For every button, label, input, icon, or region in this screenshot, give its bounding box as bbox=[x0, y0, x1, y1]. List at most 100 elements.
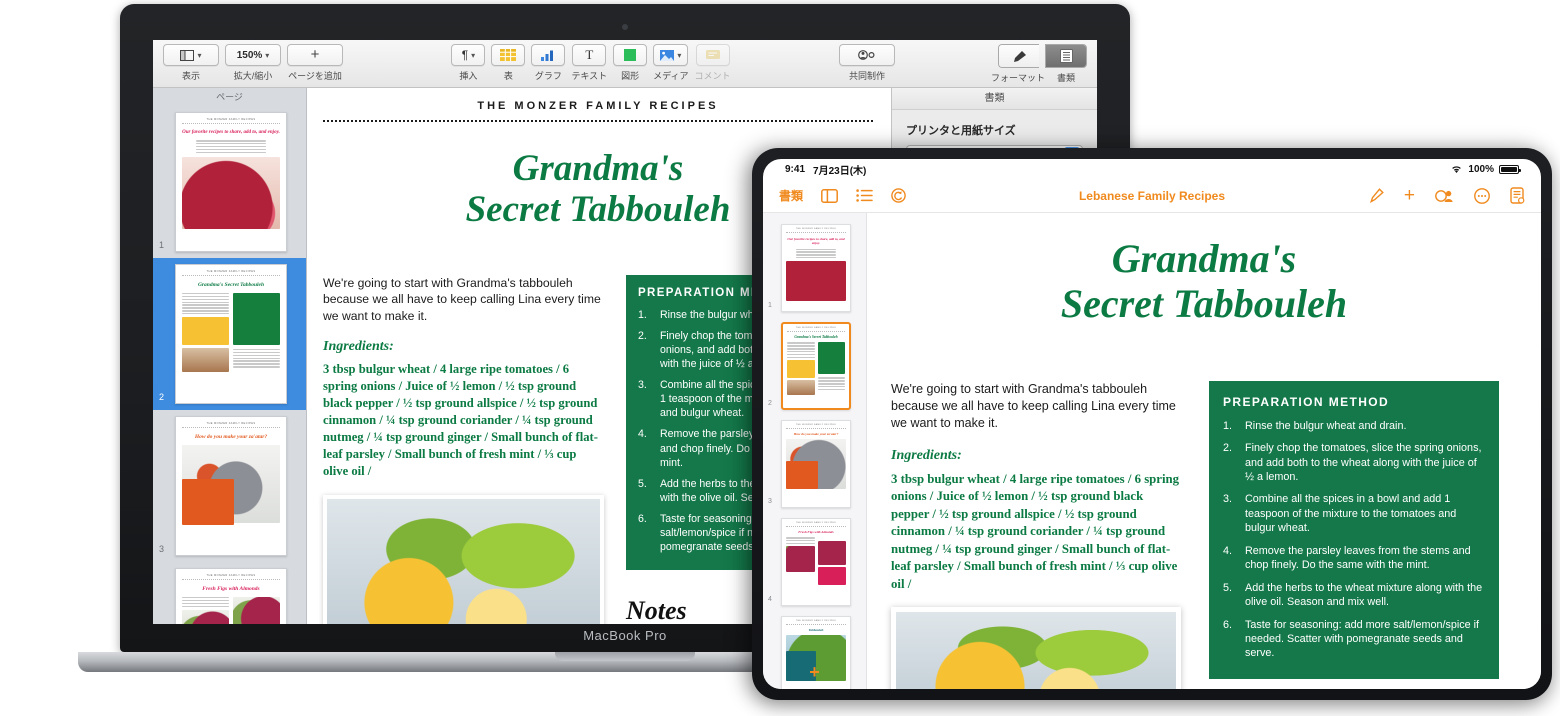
toolbar-format-label: フォーマット bbox=[991, 73, 1046, 83]
toolbar-collaborate-label: 共同制作 bbox=[848, 71, 885, 81]
document-tab-face[interactable] bbox=[1045, 44, 1088, 68]
sidebar-toggle-icon[interactable] bbox=[821, 188, 838, 203]
toolbar-add-page-button[interactable]: + ページを追加 bbox=[287, 44, 343, 82]
toolbar-insert-button[interactable]: ¶ ▾ 挿入 bbox=[451, 44, 486, 82]
ipad-doc-title-line-2: Secret Tabbouleh bbox=[1060, 280, 1348, 326]
thumb-photo-pear bbox=[786, 546, 815, 573]
thumb-lines bbox=[787, 342, 815, 359]
toolbar-zoom-button[interactable]: 150% ▾ 拡大/縮小 bbox=[225, 44, 281, 82]
toolbar-document-tab[interactable]: 書類 bbox=[1045, 44, 1088, 84]
format-brush-icon[interactable] bbox=[1368, 188, 1384, 203]
thumb-running-head: THE MONZER FAMILY RECIPES bbox=[787, 327, 845, 332]
toolbar-collaborate-button[interactable]: 共同制作 bbox=[839, 44, 895, 82]
view-button-face[interactable]: ▾ bbox=[163, 44, 219, 66]
thumb-lines bbox=[182, 140, 280, 154]
comment-button-face[interactable] bbox=[695, 44, 730, 66]
ipad-documents-button[interactable]: 書類 bbox=[779, 187, 803, 204]
thumb-col-left bbox=[182, 292, 229, 373]
format-tab-cell[interactable] bbox=[998, 45, 1039, 67]
undo-icon[interactable] bbox=[891, 188, 906, 203]
brush-icon bbox=[1013, 50, 1026, 62]
table-icon bbox=[500, 49, 517, 61]
toolbar-inspector-segmented: フォーマット 書類 bbox=[991, 44, 1088, 84]
chevron-down-icon: ▾ bbox=[471, 50, 476, 60]
toolbar-table-button[interactable]: 表 bbox=[491, 44, 526, 82]
ipad-ingredients-text: 3 tbsp bulgur wheat / 4 large ripe tomat… bbox=[891, 471, 1180, 591]
ipad-page-thumbnail-1[interactable]: 1 THE MONZER FAMILY RECIPES Our favorite… bbox=[763, 219, 866, 317]
ipad-page-thumbnail-3[interactable]: 3 THE MONZER FAMILY RECIPES How do you m… bbox=[763, 415, 866, 513]
zoom-button-face[interactable]: 150% ▾ bbox=[225, 44, 281, 66]
thumb-running-head: THE MONZER FAMILY RECIPES bbox=[182, 422, 280, 428]
thumb-col-right bbox=[817, 342, 845, 395]
ipad-prep-steps-list: 1. Rinse the bulgur wheat and drain. 2. Fi… bbox=[1223, 419, 1485, 661]
pages-navigator: ページ 1 THE MONZER FAMILY RECIPES Our favo… bbox=[153, 88, 307, 624]
battery-icon bbox=[1499, 164, 1521, 174]
prep-step-number: 4. bbox=[1223, 544, 1233, 557]
page-thumbnail-3[interactable]: 3 THE MONZER FAMILY RECIPES How do you m… bbox=[153, 410, 306, 562]
document-options-icon[interactable] bbox=[1510, 187, 1525, 204]
list-view-icon[interactable] bbox=[856, 189, 873, 202]
document-icon bbox=[1059, 49, 1073, 63]
page-thumbnail-3-canvas: THE MONZER FAMILY RECIPES How do you mak… bbox=[175, 416, 287, 556]
chevron-down-icon: ▾ bbox=[677, 50, 682, 60]
toolbar-chart-label: グラフ bbox=[534, 71, 562, 81]
thumb-photo-figs bbox=[233, 596, 280, 624]
prep-step-number: 5. bbox=[637, 477, 647, 490]
prep-step: 6. Taste for seasoning: add more salt/lem… bbox=[1223, 618, 1485, 661]
thumb-col-right bbox=[233, 292, 280, 373]
thumb-running-head: THE MONZER FAMILY RECIPES bbox=[786, 620, 846, 625]
doc-column-left: We're going to start with Grandma's tabb… bbox=[323, 275, 604, 624]
chart-button-face[interactable] bbox=[531, 44, 566, 66]
format-tab-face[interactable] bbox=[997, 44, 1039, 68]
page-thumbnail-1[interactable]: 1 THE MONZER FAMILY RECIPES Our favorite… bbox=[153, 106, 306, 258]
thumb-col-left bbox=[786, 537, 815, 585]
insert-plus-icon[interactable]: + bbox=[1404, 185, 1415, 207]
toolbar-shape-label: 図形 bbox=[621, 71, 640, 81]
prep-step-number: 3. bbox=[1223, 493, 1233, 506]
ipad-page-thumbnail-4[interactable]: 4 THE MONZER FAMILY RECIPES Fresh Figs w… bbox=[763, 513, 866, 611]
page-thumbnail-4[interactable]: 4 THE MONZER FAMILY RECIPES Fresh Figs w… bbox=[153, 562, 306, 624]
insert-button-face[interactable]: ¶ ▾ bbox=[451, 44, 486, 66]
ipad-add-page-button[interactable]: + bbox=[763, 662, 866, 683]
toolbar-comment-label: コメント bbox=[694, 71, 731, 81]
toolbar-media-button[interactable]: ▾ メディア bbox=[653, 44, 689, 82]
collaborate-button-face[interactable] bbox=[839, 44, 895, 66]
ipad-thumb-3-canvas: THE MONZER FAMILY RECIPES How do you mak… bbox=[781, 420, 851, 508]
toolbar-format-tab[interactable]: フォーマット bbox=[991, 44, 1045, 84]
text-button-face[interactable]: T bbox=[572, 44, 607, 66]
thumb-col-left bbox=[787, 342, 815, 396]
ipad-thumb-title-5: Tabbouleh bbox=[808, 628, 824, 632]
page-thumbnail-1-canvas: THE MONZER FAMILY RECIPES Our favorite r… bbox=[175, 112, 287, 252]
thumb-columns bbox=[182, 596, 280, 624]
thumb-photo-pomegranate bbox=[786, 261, 846, 302]
thumb-photo-figs bbox=[817, 541, 846, 566]
zoom-value: 150% bbox=[236, 49, 263, 61]
thumb-title-1: Our favorite recipes to share, add to, a… bbox=[182, 130, 280, 135]
prep-step-number: 2. bbox=[1223, 442, 1233, 455]
shape-button-face[interactable] bbox=[613, 44, 648, 66]
prep-step: 1. Rinse the bulgur wheat and drain. bbox=[1223, 419, 1485, 433]
ipad-intro-paragraph: We're going to start with Grandma's tabb… bbox=[891, 381, 1176, 430]
ipad-document-canvas[interactable]: Grandma's Secret Tabbouleh We're going t… bbox=[867, 213, 1541, 689]
prep-step: 3. Combine all the spices in a bowl and a… bbox=[1223, 492, 1485, 535]
more-options-icon[interactable] bbox=[1474, 187, 1490, 204]
list-icon-glyph bbox=[856, 189, 873, 202]
thumb-notes-lines bbox=[817, 377, 845, 391]
collaborate-icon bbox=[858, 50, 875, 60]
media-photo-icon bbox=[660, 49, 675, 61]
ipad-page-thumbnail-2[interactable]: 2 THE MONZER FAMILY RECIPES Grandma's Se… bbox=[763, 317, 866, 415]
toolbar-shape-button[interactable]: 図形 bbox=[613, 44, 648, 82]
toolbar-text-button[interactable]: T テキスト bbox=[571, 44, 607, 82]
thumb-columns bbox=[787, 342, 845, 396]
document-tab-cell[interactable] bbox=[1046, 45, 1087, 67]
toolbar-comment-button[interactable]: コメント bbox=[695, 44, 731, 82]
page-thumbnail-2[interactable]: 2 THE MONZER FAMILY RECIPES Grandma's Se… bbox=[153, 258, 306, 410]
prep-step-text: Finely chop the tomatoes, slice the spri… bbox=[1245, 442, 1482, 483]
table-button-face[interactable] bbox=[491, 44, 526, 66]
media-button-face[interactable]: ▾ bbox=[653, 44, 689, 66]
collaborate-icon[interactable] bbox=[1435, 189, 1454, 203]
toolbar-chart-button[interactable]: グラフ bbox=[531, 44, 566, 82]
toolbar-view-button[interactable]: ▾ 表示 bbox=[163, 44, 219, 82]
photo-lemons bbox=[323, 494, 604, 624]
add-page-button-face[interactable]: + bbox=[287, 44, 343, 66]
